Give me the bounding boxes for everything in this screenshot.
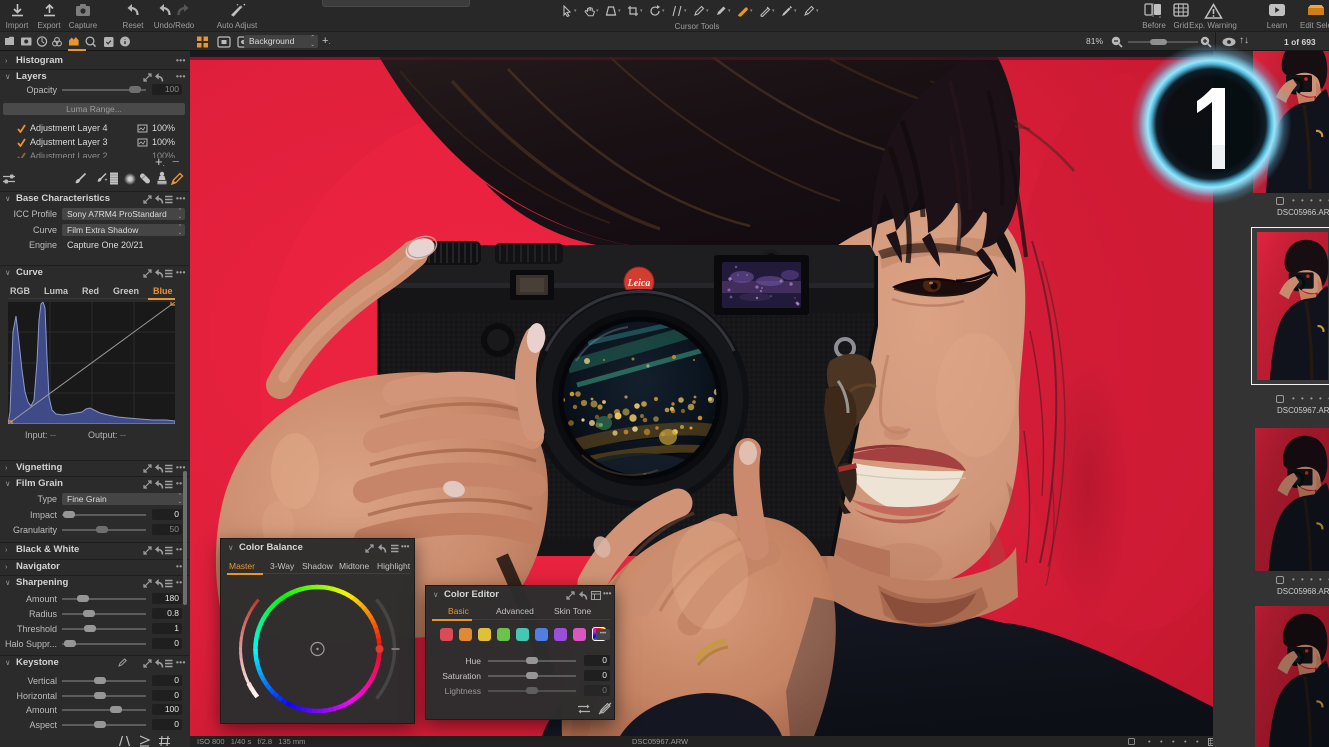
svg-text:Leica: Leica: [627, 278, 651, 289]
